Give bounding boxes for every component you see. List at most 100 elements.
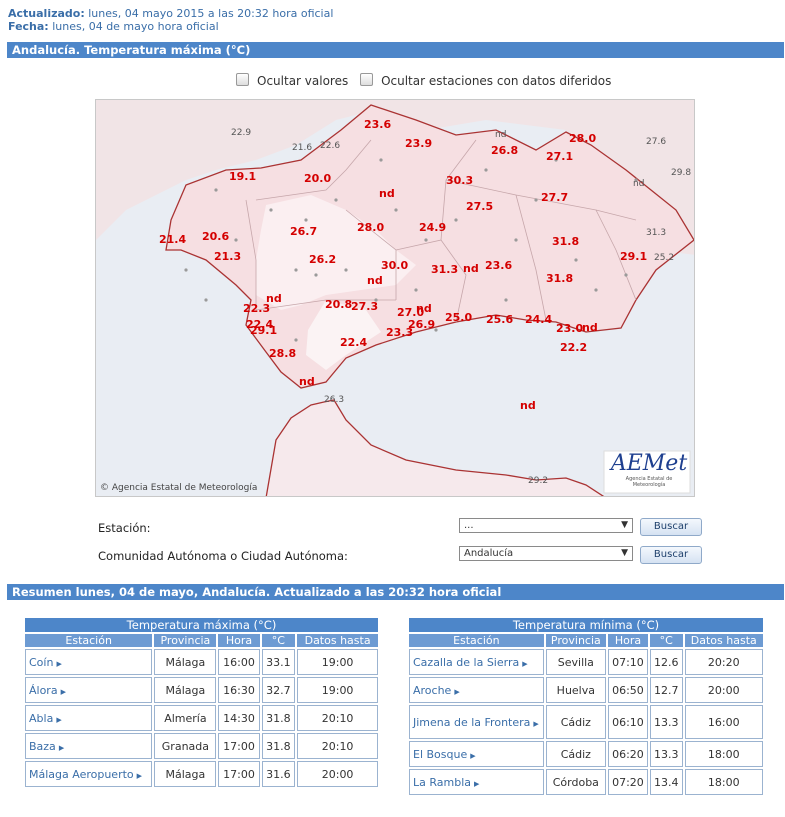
station-name[interactable]: Baza [29, 740, 56, 753]
region-select[interactable]: Andalucía ▼ [459, 546, 633, 561]
station-name[interactable]: La Rambla [413, 776, 471, 789]
column-header: Estación [409, 634, 544, 647]
max-temp-label: 25.6 [486, 313, 513, 326]
table-cell: 16:30 [218, 677, 260, 703]
table-cell: Córdoba [545, 769, 606, 795]
station-link[interactable]: Álora ▶ [25, 677, 153, 703]
table-row: Aroche ▶ Huelva 06:50 12.7 20:00 [409, 677, 763, 703]
table-cell: Granada [154, 733, 217, 759]
station-search-button[interactable]: Buscar [640, 518, 702, 536]
column-header: Provincia [154, 634, 217, 647]
table-cell: Almería [154, 705, 217, 731]
section-title: Andalucía. Temperatura máxima (°C) [7, 42, 784, 58]
station-select[interactable]: ... ▼ [459, 518, 633, 533]
station-name[interactable]: Álora [29, 684, 58, 697]
temperature-map[interactable]: 23.6 23.9 26.8 28.0 27.1 19.1 20.0 nd 30.3 27.7 27… [95, 99, 695, 497]
hide-values-checkbox[interactable] [236, 73, 249, 86]
max-temp-label: 29.1 [250, 324, 277, 337]
caret-right-icon: ▶ [56, 715, 62, 724]
region-search-button[interactable]: Buscar [640, 546, 702, 564]
deferred-temp-label: 25.2 [654, 253, 674, 263]
max-temp-label: 21.3 [214, 250, 241, 263]
aemet-logo: AEMet Agencia Estatal de Meteorología [609, 452, 689, 489]
station-link[interactable]: El Bosque ▶ [409, 741, 544, 767]
deferred-temp-label: 31.3 [646, 228, 666, 238]
station-link[interactable]: Abla ▶ [25, 705, 153, 731]
table-cell: 17:00 [218, 733, 260, 759]
min-table-caption: Temperatura mínima (°C) [409, 618, 763, 632]
update-info: Actualizado: lunes, 04 mayo 2015 a las 2… [8, 7, 333, 33]
deferred-temp-label: nd [633, 179, 644, 189]
table-cell: 20:10 [297, 733, 378, 759]
table-cell: 20:00 [684, 677, 763, 703]
table-cell: 17:00 [218, 761, 260, 787]
max-temp-label: nd [520, 399, 536, 412]
table-cell: 31.8 [261, 705, 296, 731]
station-name[interactable]: Aroche [413, 684, 451, 697]
max-temp-label: 25.0 [445, 311, 472, 324]
caret-right-icon: ▶ [533, 719, 539, 728]
caret-right-icon: ▶ [136, 771, 143, 780]
station-name[interactable]: Málaga Aeropuerto [29, 768, 134, 781]
caret-right-icon: ▶ [474, 779, 480, 788]
table-row: Málaga Aeropuerto ▶ Málaga 17:00 31.6 20:00 [25, 761, 378, 787]
station-link[interactable]: La Rambla ▶ [409, 769, 544, 795]
copyright-text: Agencia Estatal de Meteorología [111, 483, 258, 493]
max-temp-label: 23.3 [386, 326, 413, 339]
max-temp-label: 27.5 [466, 200, 493, 213]
station-link[interactable]: Jimena de la Frontera ▶ [409, 705, 544, 739]
max-temp-label: 23.0 [556, 322, 583, 335]
deferred-temp-label: nd [495, 130, 506, 140]
hide-deferred-option[interactable]: Ocultar estaciones con datos diferidos [360, 73, 611, 88]
station-name[interactable]: Jimena de la Frontera [413, 716, 530, 729]
station-link[interactable]: Coín ▶ [25, 649, 153, 675]
station-name[interactable]: Coín [29, 656, 53, 669]
max-temp-label: 23.6 [364, 118, 391, 131]
table-cell: 12.7 [649, 677, 683, 703]
table-cell: 13.3 [649, 705, 683, 739]
deferred-temp-label: 22.6 [320, 141, 340, 151]
station-name[interactable]: El Bosque [413, 748, 467, 761]
max-temp-label: 29.1 [620, 250, 647, 263]
table-cell: 13.4 [649, 769, 683, 795]
table-cell: 16:00 [684, 705, 763, 739]
table-cell: 32.7 [261, 677, 296, 703]
table-cell: 18:00 [684, 769, 763, 795]
summary-title: Resumen lunes, 04 de mayo, Andalucía. Ac… [7, 584, 784, 600]
caret-right-icon: ▶ [522, 659, 528, 668]
max-temp-label: nd [582, 321, 598, 334]
max-temp-label: 19.1 [229, 170, 256, 183]
station-link[interactable]: Aroche ▶ [409, 677, 544, 703]
caret-right-icon: ▶ [470, 751, 476, 760]
station-name[interactable]: Abla [29, 712, 53, 725]
table-cell: 20:20 [684, 649, 763, 675]
column-header: Hora [608, 634, 648, 647]
region-label: Comunidad Autónoma o Ciudad Autónoma: [98, 549, 348, 563]
column-header: Datos hasta [297, 634, 378, 647]
max-temp-label: 22.4 [340, 336, 367, 349]
max-temp-label: nd [379, 187, 395, 200]
station-name[interactable]: Cazalla de la Sierra [413, 656, 519, 669]
hide-values-option[interactable]: Ocultar valores [236, 73, 348, 88]
table-cell: 33.1 [261, 649, 296, 675]
max-temp-label: 23.9 [405, 137, 432, 150]
max-temp-label: 28.8 [269, 347, 296, 360]
column-header: Hora [218, 634, 260, 647]
map-graphic: 23.6 23.9 26.8 28.0 27.1 19.1 20.0 nd 30.3 27.7 27… [96, 100, 694, 496]
max-temp-label: 24.9 [419, 221, 446, 234]
max-temp-label: 30.0 [381, 259, 408, 272]
max-temp-label: 22.3 [243, 302, 270, 315]
hide-deferred-checkbox[interactable] [360, 73, 374, 86]
deferred-temp-label: 26.3 [324, 395, 344, 405]
station-link[interactable]: Málaga Aeropuerto ▶ [25, 761, 153, 787]
table-cell: Cádiz [545, 705, 606, 739]
station-link[interactable]: Cazalla de la Sierra ▶ [409, 649, 544, 675]
station-link[interactable]: Baza ▶ [25, 733, 153, 759]
table-row: Álora ▶ Málaga 16:30 32.7 19:00 [25, 677, 378, 703]
column-header: Provincia [545, 634, 606, 647]
map-copyright: © Agencia Estatal de Meteorología [100, 483, 257, 493]
max-temp-label: 22.2 [560, 341, 587, 354]
table-cell: 06:20 [608, 741, 648, 767]
map-options: Ocultar valores Ocultar estaciones con d… [236, 73, 619, 88]
date-label: Fecha: [8, 20, 49, 33]
